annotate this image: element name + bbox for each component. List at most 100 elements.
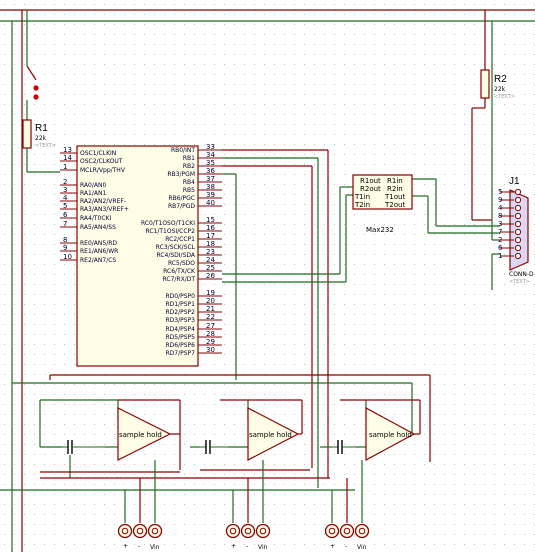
terminal-block-1[interactable]: + - Vin [117,523,163,552]
switch-contact-bottom [33,94,39,100]
max232-pin-t1out: T1out [384,193,405,201]
mcu-right-pin-number: 19 [206,289,215,297]
circle-terminal-icon[interactable] [240,523,256,539]
mcu-left-pin-number: 14 [63,154,72,162]
mcu-left-pin-label: RE2/AN7/CS [80,257,116,264]
mcu-left-pin-label: OSC1/CLKIN [80,150,116,157]
max232-pin-t1in: T1in [354,193,370,201]
terminal-plus-label: + [231,543,236,550]
circle-terminal-icon[interactable] [354,523,370,539]
mcu-right-pin-number: 20 [206,297,215,305]
mcu-right-pin-number: 16 [206,224,215,232]
max232-pin-r1out: R1out [360,177,381,185]
connector-pin-socket [514,212,522,220]
mcu-left-pin-label: RA3/AN3/VREF+ [80,206,129,213]
mcu-left-pin-label: RE1/AN6/WR [80,248,118,255]
mcu-left-pin-label: MCLR/Vpp/THV [80,167,126,174]
terminal-vin-label: Vin [258,544,268,551]
connector-pin-socket [514,188,522,196]
mcu-right-pin-number: 27 [206,322,215,330]
mcu-left-pin-number: 9 [63,244,67,252]
sample-hold-2-label: sample hold [249,431,292,439]
sample-hold-3-label: sample hold [369,431,412,439]
r1-text: <TEXT> [35,143,56,149]
mcu-left-pin-number: 10 [63,253,72,261]
sample-hold-1-label: sample hold [119,431,162,439]
mcu-right-pin-label: RB1 [183,155,195,162]
terminal-minus-label: - [138,543,140,550]
connector-pin-socket [514,252,522,260]
mcu-left-pin-label: RA1/AN1 [80,190,106,197]
mcu-left-pin-number: 7 [63,220,67,228]
connector-pin-number: 1 [498,252,502,260]
connector-pin-number: 7 [498,228,502,236]
r2-value: 22k [494,86,506,93]
connector-text: <TEXT> [509,279,530,285]
terminal-vin-label: Vin [357,544,367,551]
mcu-left-pin-number: 13 [63,146,72,154]
terminal-minus-label: - [246,543,248,550]
terminal-plus-label: + [330,543,335,550]
mcu-right-pin-label: RB0/INT [171,147,195,154]
mcu-left-pin-number: 4 [63,194,68,202]
mcu-right-pin-number: 17 [206,232,215,240]
r1-value: 22k [35,135,47,142]
mcu-right-pin-number: 29 [206,338,215,346]
terminal-plus-label: + [123,543,128,550]
connector-pin-number: 5 [498,188,502,196]
mcu-right-pin-number: 22 [206,313,215,321]
mcu-left-pin-number: 1 [63,163,67,171]
connector-pin-number: 8 [498,212,502,220]
mcu-right-pin-number: 26 [206,272,215,280]
mcu-right-pin-number: 23 [206,248,215,256]
circle-terminal-icon[interactable] [225,523,241,539]
mcu-right-pin-number: 21 [206,305,215,313]
mcu-right-pin-number: 33 [206,143,215,151]
terminal-minus-label: - [345,543,347,550]
mcu-right-pin-label: RC2/CCP1 [165,236,195,243]
terminal-block-2[interactable]: + - Vin [225,523,271,552]
switch-contact-top [33,85,39,91]
terminal-block-3[interactable]: + - Vin [324,523,370,552]
r2-ref: R2 [494,74,507,85]
max232-name: Max232 [366,226,394,234]
circle-terminal-icon[interactable] [324,523,340,539]
mcu-right-pin-label: RC3/SCK/SCL [156,244,196,251]
circle-terminal-icon[interactable] [339,523,355,539]
max232-pin-r2out: R2out [360,185,381,193]
max232-pin-r2in: R2in [387,185,403,193]
mcu-right-pin-label: RD6/PSP6 [166,342,196,349]
max232-pin-t2out: T2out [384,201,405,209]
connector-pin-number: 6 [498,244,503,252]
circle-terminal-icon[interactable] [255,523,271,539]
mcu-left-pin-number: 6 [63,211,68,219]
mcu-right-pin-label: RB5 [183,187,195,194]
max232-pin-r1in: R1in [387,177,403,185]
mcu-right-pin-number: 25 [206,264,215,272]
mcu-right-pin-label: RD5/PSP5 [166,334,196,341]
mcu-right-pin-number: 24 [206,256,215,264]
mcu-right-pin-number: 30 [206,346,215,354]
mcu-right-pin-label: RD3/PSP3 [166,317,196,324]
mcu-right-pin-label: RD4/PSP4 [166,326,196,333]
mcu-right-pin-label: RC7/RX/DT [163,276,196,283]
mcu-left-pin-number: 8 [63,236,67,244]
mcu-left-pin-number: 3 [63,186,67,194]
circle-terminal-icon[interactable] [117,523,133,539]
circle-terminal-icon[interactable] [147,523,163,539]
mcu-right-pin-label: RB7/PGD [168,203,195,210]
mcu-right-pin-label: RC4/SDI/SDA [156,252,195,259]
connector-pin-number: 4 [498,204,503,212]
connector-pin-socket [514,220,522,228]
circle-terminal-icon[interactable] [132,523,148,539]
resistor-r2-body [480,69,490,99]
connector-pin-socket [514,204,522,212]
connector-pin-number: 3 [498,220,502,228]
connector-pin-number: 9 [498,196,502,204]
connector-pin-socket [514,196,522,204]
mcu-right-pin-label: RC0/T1OSO/T1CKI [141,220,195,227]
resistor-r1-body [22,119,32,149]
mcu-left-pin-number: 2 [63,178,67,186]
microcontroller-chip[interactable]: 13 OSC1/CLKIN 14 OSC2/CLKOUT 1 MCLR/Vpp/THV 2 R… [60,143,222,367]
max232-pin-t2in: T2in [354,201,370,209]
